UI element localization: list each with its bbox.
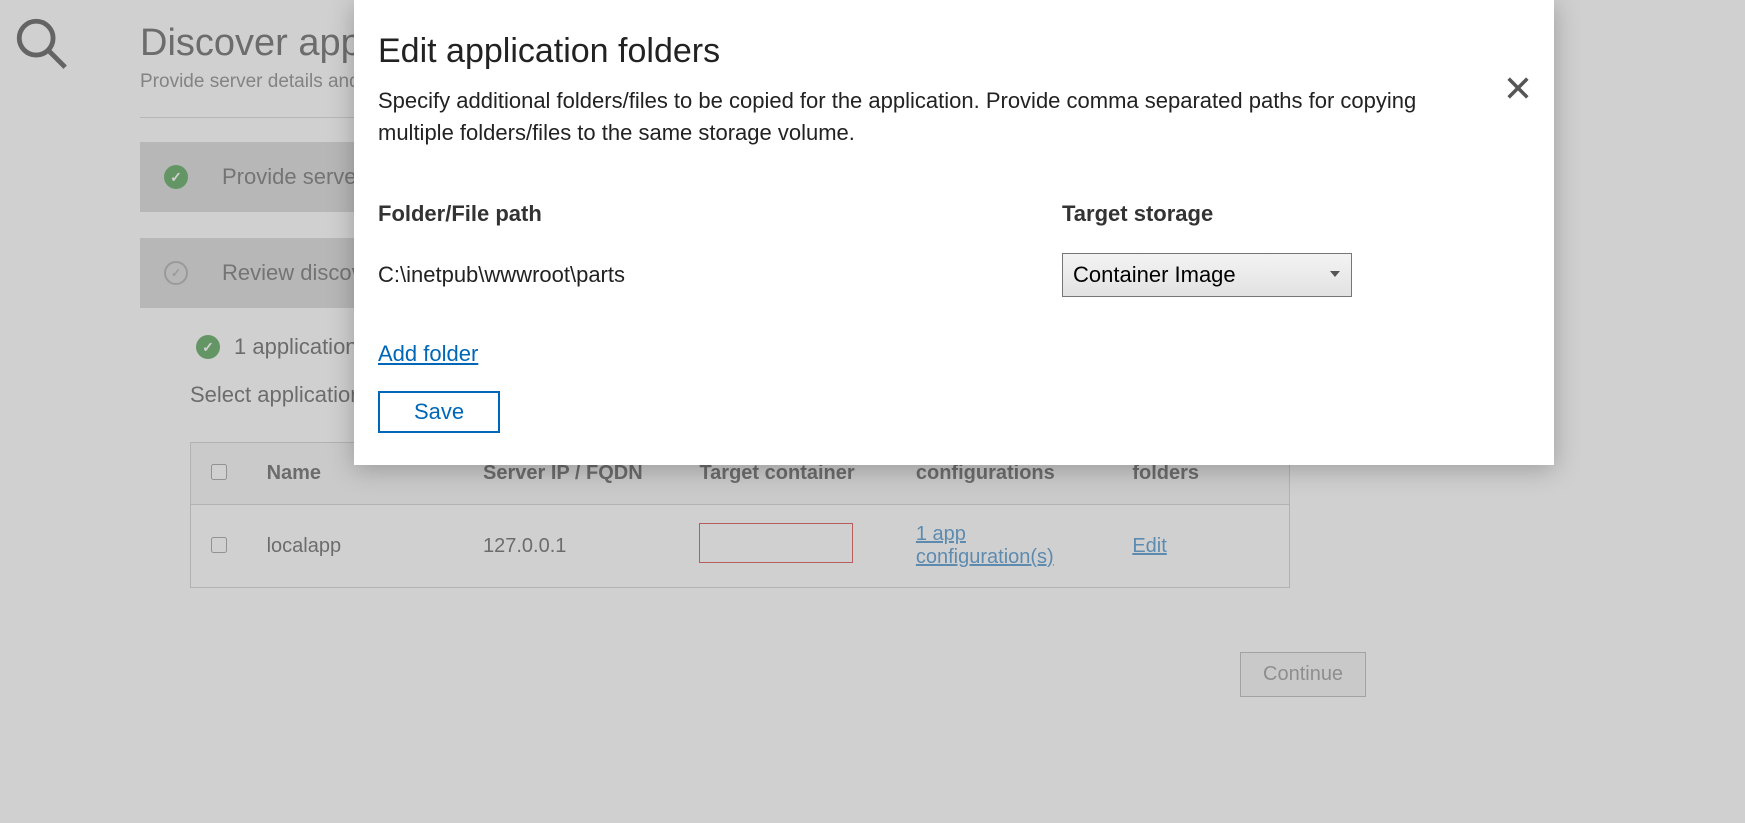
save-button[interactable]: Save <box>378 391 500 433</box>
column-target-storage: Target storage <box>1062 201 1213 227</box>
close-icon <box>1504 74 1532 102</box>
dialog-description: Specify additional folders/files to be c… <box>378 85 1438 149</box>
target-storage-select[interactable]: Container Image <box>1062 253 1352 297</box>
folder-path-value: C:\inetpub\wwwroot\parts <box>378 262 1062 288</box>
edit-folders-dialog: Edit application folders Specify additio… <box>354 0 1554 465</box>
modal-overlay: Edit application folders Specify additio… <box>0 0 1745 823</box>
add-folder-link[interactable]: Add folder <box>378 341 478 367</box>
close-button[interactable] <box>1504 74 1532 107</box>
column-folder-path: Folder/File path <box>378 201 1062 227</box>
dialog-title: Edit application folders <box>378 32 1520 71</box>
